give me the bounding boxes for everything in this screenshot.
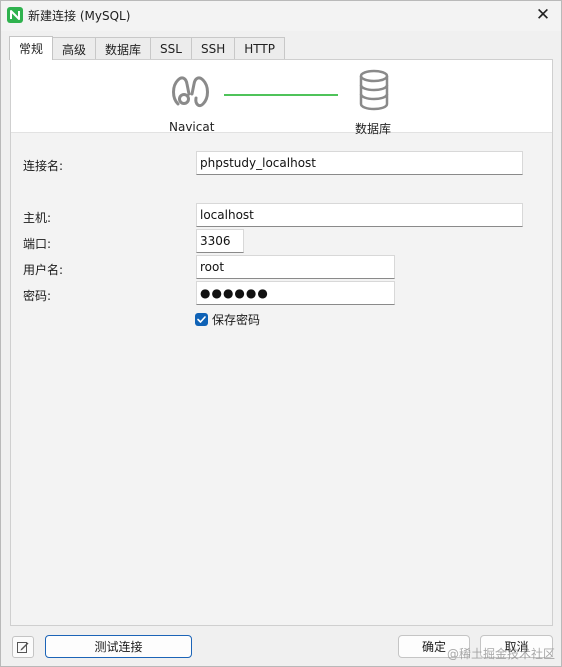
navicat-label: Navicat <box>169 120 215 134</box>
host-label: 主机: <box>23 211 52 225</box>
tab-ssl[interactable]: SSL <box>150 37 192 60</box>
navicat-app-icon <box>7 7 23 23</box>
close-icon: ✕ <box>535 4 551 25</box>
connection-name-input[interactable]: phpstudy_localhost <box>196 151 523 175</box>
save-password-label: 保存密码 <box>212 313 261 327</box>
edit-connection-button[interactable] <box>12 636 34 658</box>
edit-icon <box>17 642 29 653</box>
test-connection-button[interactable]: 测试连接 <box>45 635 192 658</box>
close-button[interactable]: ✕ <box>531 4 555 26</box>
connection-line <box>224 94 338 96</box>
port-input[interactable]: 3306 <box>196 229 244 253</box>
window-title: 新建连接 (MySQL) <box>28 9 131 23</box>
tab-http[interactable]: HTTP <box>234 37 285 60</box>
general-tab-panel: Navicat 数据库 连接名: phpstudy_localhost 主机: … <box>10 59 553 626</box>
connection-name-label: 连接名: <box>23 159 64 173</box>
connection-diagram: Navicat 数据库 <box>11 60 552 136</box>
tab-general[interactable]: 常规 <box>9 36 54 60</box>
password-label: 密码: <box>23 289 52 303</box>
database-label: 数据库 <box>355 122 392 136</box>
save-password-checkbox[interactable] <box>195 313 208 326</box>
tab-advanced[interactable]: 高级 <box>52 37 97 60</box>
save-password-row[interactable]: 保存密码 <box>195 311 260 328</box>
navicat-logo-icon <box>168 68 212 115</box>
title-bar: 新建连接 (MySQL) ✕ <box>1 1 561 31</box>
password-input[interactable]: ●●●●●● <box>196 281 395 305</box>
username-label: 用户名: <box>23 263 64 277</box>
tab-databases[interactable]: 数据库 <box>95 37 152 60</box>
host-input[interactable]: localhost <box>196 203 523 227</box>
port-label: 端口: <box>23 237 52 251</box>
tab-ssh[interactable]: SSH <box>190 37 236 60</box>
database-icon <box>358 68 390 115</box>
new-connection-dialog: 新建连接 (MySQL) ✕ 常规 高级 数据库 SSL SSH HTTP Na… <box>0 0 562 667</box>
watermark: @稀土掘金技术社区 <box>446 647 555 661</box>
username-input[interactable]: root <box>196 255 395 279</box>
checkmark-icon <box>197 316 206 323</box>
tab-bar: 常规 高级 数据库 SSL SSH HTTP <box>9 36 285 60</box>
